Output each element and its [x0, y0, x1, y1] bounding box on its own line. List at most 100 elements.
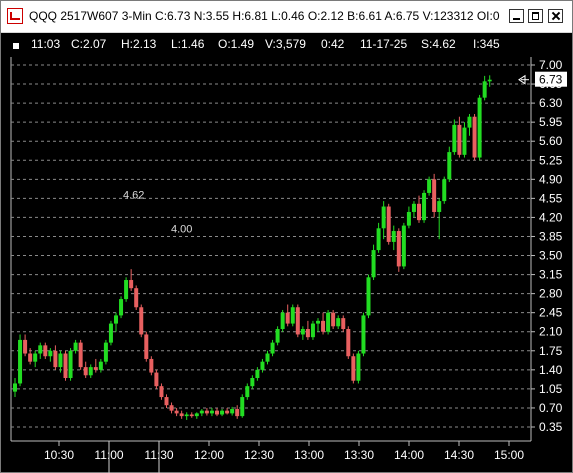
candle [341, 315, 346, 332]
candle-body [53, 350, 58, 368]
candle [442, 176, 447, 204]
candle-body [346, 329, 351, 357]
info-strike: S:4.62 [421, 37, 456, 51]
x-tick-label: 12:00 [194, 448, 224, 462]
candle-body [18, 339, 23, 384]
candle [432, 173, 437, 218]
minimize-button[interactable] [509, 9, 524, 23]
chart-handle-icon[interactable] [13, 43, 19, 49]
info-open: O:1.49 [218, 37, 255, 51]
candle-body [78, 342, 83, 368]
chart-window: QQQ 2517W607 3-Min C:6.73 N:3.55 H:6.81 … [0, 0, 573, 473]
candle [255, 367, 260, 381]
candle [487, 75, 492, 87]
candle-body [98, 361, 103, 370]
candle-body [129, 280, 134, 289]
candle-body [432, 179, 437, 212]
candle [209, 407, 214, 417]
price-annotation: 4.62 [123, 190, 144, 202]
candle [159, 383, 164, 400]
candle [93, 358, 98, 373]
y-tick-label: 0.70 [539, 401, 563, 415]
candle [280, 309, 285, 332]
candle [38, 342, 43, 359]
candle [240, 394, 245, 418]
candle [427, 176, 432, 196]
candle [83, 361, 88, 379]
candle [285, 304, 290, 327]
candle-body [331, 312, 336, 327]
candle-body [38, 345, 43, 354]
candle [386, 203, 391, 245]
candle-body [462, 127, 467, 155]
y-tick-label: 4.90 [539, 172, 563, 186]
candle-body [411, 203, 416, 212]
y-tick-label: 5.60 [539, 134, 563, 148]
candle-body [230, 409, 235, 414]
candle-body [280, 312, 285, 330]
candle [477, 94, 482, 161]
title-bar[interactable]: QQQ 2517W607 3-Min C:6.73 N:3.55 H:6.81 … [1, 1, 572, 33]
candle [351, 353, 356, 384]
x-tick-label: 14:30 [444, 448, 474, 462]
window-title: QQQ 2517W607 3-Min C:6.73 N:3.55 H:6.81 … [29, 9, 500, 23]
candle-body [366, 277, 371, 316]
y-tick-label: 3.85 [539, 229, 563, 243]
candle [73, 339, 78, 354]
candle-body [427, 179, 432, 193]
candle [371, 244, 376, 281]
candle [184, 412, 189, 420]
candle [250, 375, 255, 389]
candle [295, 304, 300, 338]
candle [78, 339, 83, 370]
candle-body [73, 342, 78, 351]
candle-body [43, 345, 48, 357]
candle [275, 326, 280, 346]
candle-body [290, 307, 295, 324]
candle-body [154, 372, 159, 387]
price-chart[interactable]: 7.006.656.305.955.605.254.904.554.203.85… [1, 57, 572, 473]
candle-body [83, 367, 88, 376]
candle [134, 285, 139, 310]
candle-body [381, 206, 386, 229]
candle-body [265, 353, 270, 362]
maximize-button[interactable] [528, 9, 543, 23]
candle-body [199, 410, 204, 414]
candle [462, 122, 467, 158]
candle-body [316, 320, 320, 324]
candle [452, 119, 457, 155]
candle-body [351, 356, 356, 381]
last-price-label: 6.73 [539, 73, 563, 87]
candle-body [452, 124, 457, 153]
candle [189, 412, 194, 418]
candle [43, 342, 48, 359]
candle-body [93, 367, 98, 370]
y-tick-label: 5.95 [539, 115, 563, 129]
candle [169, 402, 174, 414]
candle [245, 383, 250, 400]
candle-body [13, 383, 17, 392]
candle [361, 312, 366, 357]
candle-body [108, 323, 113, 343]
candle-body [321, 320, 326, 332]
candle-body [356, 353, 361, 381]
candle-body [341, 318, 346, 330]
candle [220, 409, 225, 417]
candle [119, 296, 124, 319]
y-tick-label: 2.45 [539, 306, 563, 320]
x-tick-label: 12:30 [244, 448, 274, 462]
close-button[interactable] [548, 9, 563, 23]
candle-body [164, 397, 169, 406]
candle-body [58, 353, 63, 368]
candle [129, 269, 134, 291]
x-tick-label: 13:00 [294, 448, 324, 462]
candle-body [371, 250, 376, 278]
candle-body [255, 369, 260, 379]
candle [53, 345, 58, 370]
candle [270, 339, 275, 357]
candle-body [457, 124, 462, 155]
candle [48, 348, 53, 362]
candle-body [442, 179, 447, 202]
info-volume: V:3,579 [265, 37, 306, 51]
candle-body [33, 353, 38, 362]
